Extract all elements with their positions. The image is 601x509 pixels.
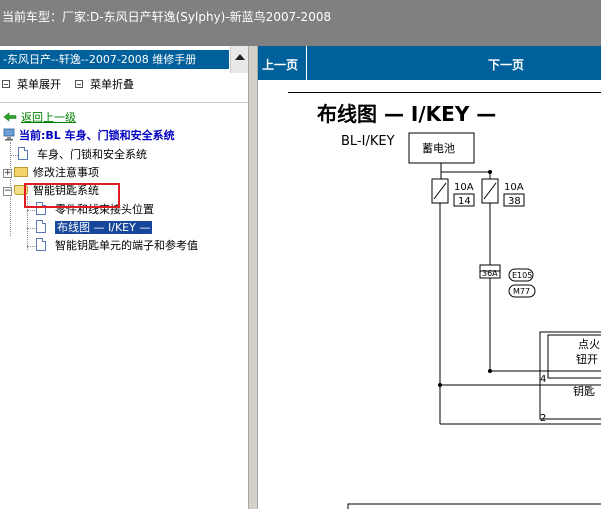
sidebar: -东风日产--轩逸--2007-2008 维修手册 菜单展开 菜单折叠 返回上一… [0, 46, 248, 509]
pane-splitter[interactable] [248, 46, 258, 509]
collapse-menu-button[interactable]: 菜单折叠 [75, 76, 134, 92]
back-link-label: 返回上一级 [21, 111, 76, 124]
tree-item-terminals[interactable]: 智能钥匙单元的端子和参考值 [36, 238, 198, 254]
collapse-menu-label: 菜单折叠 [90, 78, 134, 91]
ignition-label-2: 钮开 [576, 352, 598, 366]
current-category: 当前:BL 车身、门锁和安全系统 [3, 128, 175, 144]
back-arrow-icon [3, 112, 17, 122]
pin-4-label: 4 [540, 374, 546, 385]
next-page-button[interactable]: 下一页 [488, 56, 524, 73]
highlight-box [24, 183, 120, 208]
tree-item-body-lock[interactable]: 车身、门锁和安全系统 [18, 147, 147, 163]
tree-item-notes[interactable]: + 修改注意事项 [3, 165, 99, 181]
bottom-box [347, 503, 601, 509]
document-icon [36, 238, 46, 251]
wiring-diagram: 蓄电池 10A 14 10A 38 36A E105 M77 4 2 点火 钮开… [347, 132, 601, 509]
prev-page-button[interactable]: 上一页 [262, 56, 298, 73]
nav-divider [306, 46, 307, 80]
connector-36a-label: 36A [482, 269, 498, 278]
tree-line [27, 228, 35, 229]
key-unit-label: 钥匙 [573, 384, 595, 398]
expand-menu-button[interactable]: 菜单展开 [2, 76, 61, 92]
tree-line [27, 246, 35, 247]
fuse-2-amp: 10A [504, 182, 524, 193]
collapse-box-icon [75, 80, 83, 88]
document-icon [36, 220, 46, 233]
computer-icon [3, 128, 15, 141]
fuse-1-number: 14 [458, 196, 471, 207]
sidebar-header: -东风日产--轩逸--2007-2008 维修手册 [0, 50, 229, 69]
folder-icon [14, 167, 28, 177]
scroll-up-button[interactable] [230, 46, 248, 73]
ignition-label-1: 点火 [578, 338, 600, 351]
window-title: 当前车型：厂家:D-东风日产轩逸(Sylphy)-新蓝鸟2007-2008 [2, 10, 332, 24]
document-icon [18, 147, 28, 160]
content-pane: 上一页 下一页 布线图 — I/KEY — BL-I/KEY 蓄电池 10A 1… [258, 46, 601, 509]
collapse-minus-icon[interactable]: − [3, 187, 12, 196]
back-link[interactable]: 返回上一级 [3, 110, 76, 126]
document-view: 布线图 — I/KEY — BL-I/KEY 蓄电池 10A 14 10A 38… [258, 80, 601, 509]
battery-label: 蓄电池 [422, 142, 455, 155]
fuse-2-number: 38 [508, 196, 521, 207]
tree-item-wiring-diagram[interactable]: 布线图 — I/KEY — [36, 220, 153, 236]
pin-2-label: 2 [540, 413, 546, 424]
divider [0, 102, 248, 103]
tree-item-label: 修改注意事项 [33, 166, 99, 179]
tree-item-label: 车身、门锁和安全系统 [37, 148, 147, 161]
collapse-box-icon [2, 80, 10, 88]
connector-e105-label: E105 [512, 271, 532, 280]
expand-menu-label: 菜单展开 [17, 78, 61, 91]
triangle-up-icon [235, 54, 245, 60]
tree-line [10, 155, 18, 156]
current-category-label: 当前:BL 车身、门锁和安全系统 [19, 129, 175, 142]
page-nav-bar: 上一页 下一页 [258, 46, 601, 80]
connector-m77-label: M77 [513, 287, 530, 296]
tree-line [27, 210, 35, 211]
tree-item-label: 智能钥匙单元的端子和参考值 [55, 239, 198, 252]
fuse-1-amp: 10A [454, 182, 474, 193]
expand-plus-icon[interactable]: + [3, 169, 12, 178]
title-bar: 当前车型：厂家:D-东风日产轩逸(Sylphy)-新蓝鸟2007-2008 [0, 0, 601, 46]
tree-item-label: 布线图 — I/KEY — [55, 221, 153, 234]
